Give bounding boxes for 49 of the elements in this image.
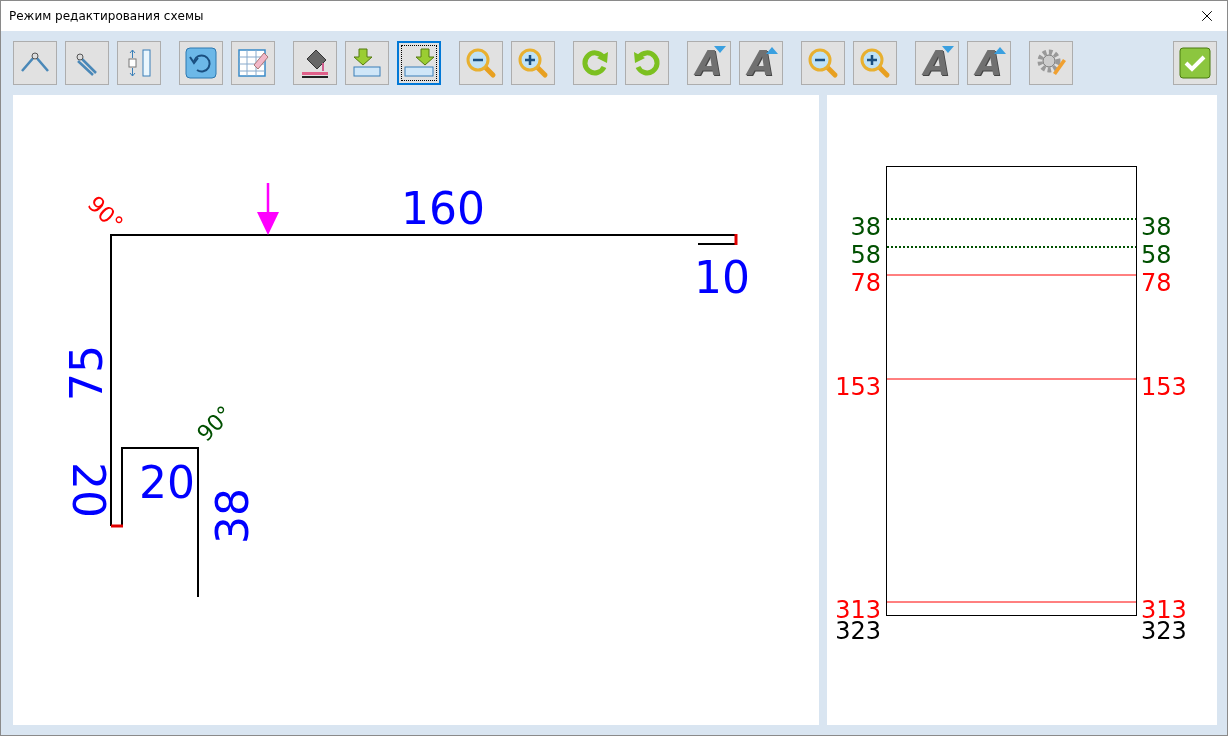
mark-label: 58 <box>1141 241 1172 269</box>
insert-below-icon <box>351 47 383 79</box>
font-larger-button[interactable]: A <box>967 41 1011 85</box>
mark-label: 38 <box>1141 213 1172 241</box>
table-eraser-icon <box>237 47 269 79</box>
font-larger-button[interactable]: A <box>739 41 783 85</box>
stretch-button[interactable] <box>117 41 161 85</box>
arrow-marker <box>257 183 279 235</box>
end-mark <box>734 234 738 245</box>
rotate-left-button[interactable] <box>625 41 669 85</box>
dimension-label: 10 <box>694 252 750 303</box>
check-icon <box>1179 47 1211 79</box>
paint-bucket-icon <box>299 47 331 79</box>
settings-button[interactable] <box>1029 41 1073 85</box>
insert-button[interactable] <box>397 41 441 85</box>
undo-button[interactable] <box>179 41 223 85</box>
bend-button[interactable] <box>13 41 57 85</box>
mark-label: 153 <box>835 373 881 401</box>
zoom-in-button[interactable] <box>853 41 897 85</box>
mark-label: 78 <box>1141 269 1172 297</box>
insert-below-icon <box>403 47 435 79</box>
zoom-out-button[interactable] <box>801 41 845 85</box>
confirm-button[interactable] <box>1173 41 1217 85</box>
dimension-label: 20 <box>139 457 195 508</box>
erase-button[interactable] <box>231 41 275 85</box>
font-smaller-button[interactable]: A <box>915 41 959 85</box>
rotate-right-button[interactable] <box>573 41 617 85</box>
zoom-out-button[interactable] <box>459 41 503 85</box>
angle-label: 90° <box>192 401 238 447</box>
zoom-in-icon <box>859 47 891 79</box>
dimension-label: 75 <box>61 345 112 401</box>
edge-button[interactable] <box>65 41 109 85</box>
end-mark <box>111 524 123 528</box>
font-smaller-button[interactable]: A <box>687 41 731 85</box>
zoom-out-icon <box>465 47 497 79</box>
undo-icon <box>185 47 217 79</box>
zoom-in-button[interactable] <box>511 41 555 85</box>
zoom-out-icon <box>807 47 839 79</box>
mark-label: 58 <box>850 241 881 269</box>
dimension-label: 38 <box>207 488 258 544</box>
mark-label: 78 <box>850 269 881 297</box>
window-title: Режим редактирования схемы <box>9 9 204 23</box>
mark-label: 38 <box>850 213 881 241</box>
paint-button[interactable] <box>293 41 337 85</box>
dimension-label: 20 <box>63 462 114 518</box>
zoom-in-icon <box>517 47 549 79</box>
dimension-label: 160 <box>401 183 485 234</box>
angle-label: 90° <box>82 191 128 237</box>
mark-label: 153 <box>1141 373 1187 401</box>
